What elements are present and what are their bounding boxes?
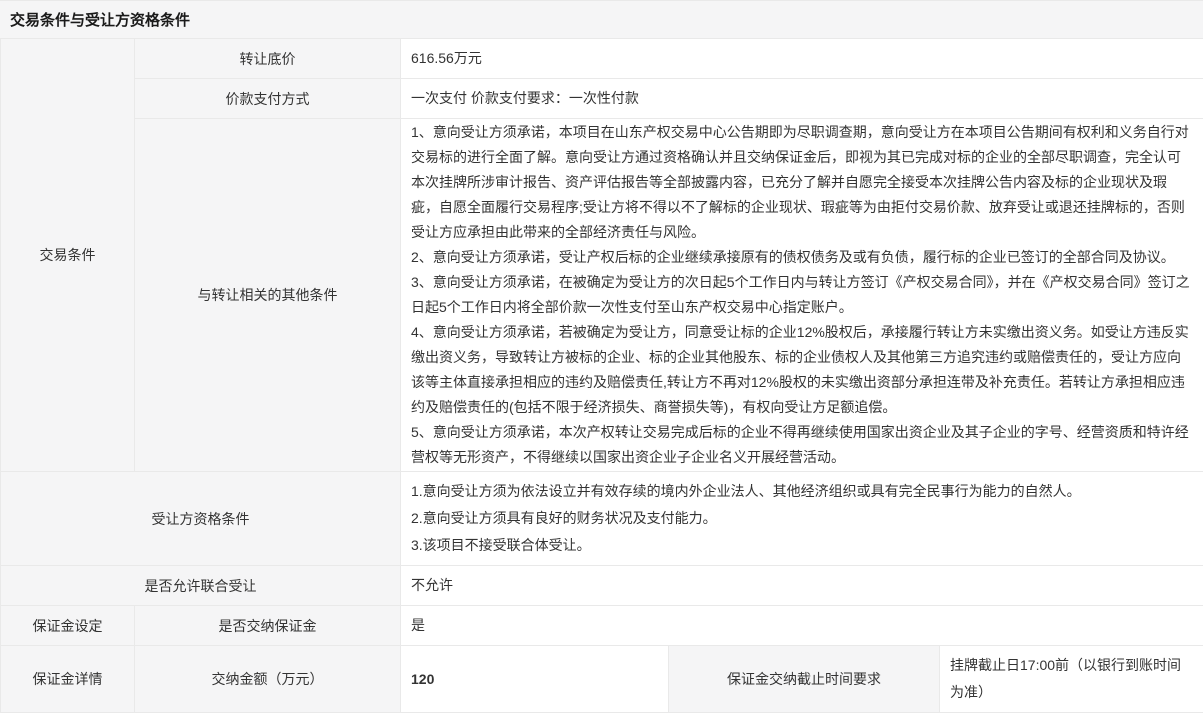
row-label-other-conditions: 与转让相关的其他条件 bbox=[135, 119, 401, 472]
table-row-payment-method: 价款支付方式 一次支付 价款支付要求：一次性付款 bbox=[1, 79, 1203, 119]
section-title: 交易条件与受让方资格条件 bbox=[0, 0, 1203, 38]
table-row-deposit-setting: 保证金设定 是否交纳保证金 是 bbox=[1, 606, 1203, 646]
table-row-deposit-detail: 保证金详情 交纳金额（万元） 120 保证金交纳截止时间要求 挂牌截止日17:0… bbox=[1, 646, 1203, 713]
table-row-other-conditions: 与转让相关的其他条件 1、意向受让方须承诺，本项目在山东产权交易中心公告期即为尽… bbox=[1, 119, 1203, 472]
row-label-deposit-required: 是否交纳保证金 bbox=[135, 606, 401, 646]
deposit-deadline-value: 挂牌截止日17:00前（以银行到账时间为准） bbox=[940, 646, 1203, 713]
row-label-floor-price: 转让底价 bbox=[135, 39, 401, 79]
group-label-deposit-setting: 保证金设定 bbox=[1, 606, 135, 646]
deposit-required-value: 是 bbox=[401, 606, 1203, 646]
table-row-floor-price: 交易条件 转让底价 616.56万元 bbox=[1, 39, 1203, 79]
payment-method-value: 一次支付 价款支付要求：一次性付款 bbox=[401, 79, 1203, 119]
table-row-joint-transfer: 是否允许联合受让 不允许 bbox=[1, 566, 1203, 606]
other-conditions-value: 1、意向受让方须承诺，本项目在山东产权交易中心公告期即为尽职调查期，意向受让方在… bbox=[401, 119, 1203, 472]
transaction-conditions-section: 交易条件与受让方资格条件 交易条件 转让底价 616.56万元 价款支付方式 一… bbox=[0, 0, 1203, 713]
group-label-trade-conditions: 交易条件 bbox=[1, 39, 135, 472]
row-label-deposit-amount: 交纳金额（万元） bbox=[135, 646, 401, 713]
row-label-payment-method: 价款支付方式 bbox=[135, 79, 401, 119]
table-row-qualification: 受让方资格条件 1.意向受让方须为依法设立并有效存续的境内外企业法人、其他经济组… bbox=[1, 472, 1203, 566]
joint-transfer-value: 不允许 bbox=[401, 566, 1203, 606]
row-label-qualification: 受让方资格条件 bbox=[1, 472, 401, 566]
floor-price-value: 616.56万元 bbox=[401, 39, 1203, 79]
row-label-deposit-deadline: 保证金交纳截止时间要求 bbox=[669, 646, 940, 713]
deposit-amount-value: 120 bbox=[401, 646, 669, 713]
row-label-joint-transfer: 是否允许联合受让 bbox=[1, 566, 401, 606]
qualification-value: 1.意向受让方须为依法设立并有效存续的境内外企业法人、其他经济组织或具有完全民事… bbox=[401, 472, 1203, 566]
group-label-deposit-detail: 保证金详情 bbox=[1, 646, 135, 713]
conditions-table: 交易条件 转让底价 616.56万元 价款支付方式 一次支付 价款支付要求：一次… bbox=[0, 38, 1203, 713]
